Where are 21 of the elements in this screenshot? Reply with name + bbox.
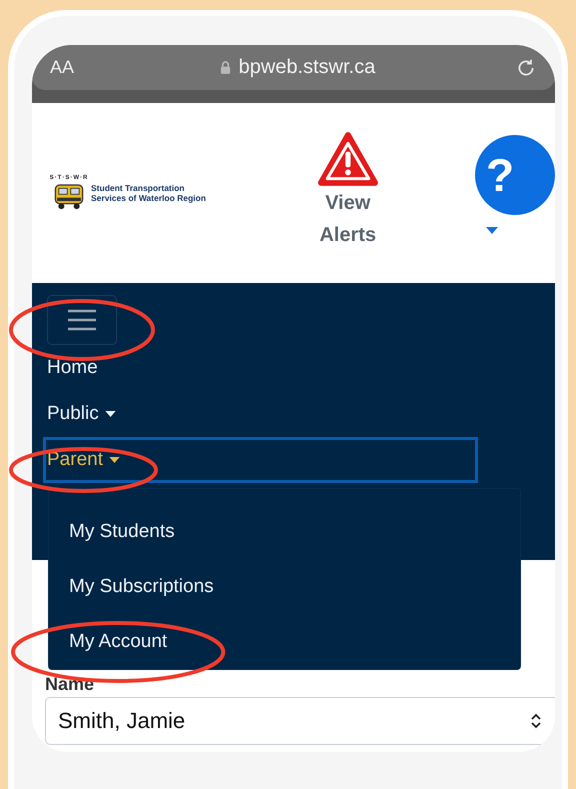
updown-chevron-icon: [530, 712, 542, 730]
address-bar[interactable]: AA bpweb.stswr.ca: [32, 45, 555, 90]
menu-button[interactable]: [47, 295, 117, 345]
text-size-button[interactable]: AA: [50, 57, 110, 78]
url-text: bpweb.stswr.ca: [238, 56, 376, 79]
menu-icon: [67, 309, 97, 331]
help-button[interactable]: ?: [475, 134, 555, 214]
menu-item[interactable]: My Account: [49, 623, 188, 661]
view-alerts-button[interactable]: View Alerts: [310, 131, 385, 251]
nav-link[interactable]: Public: [47, 403, 116, 425]
logo-text-line: Services of Waterloo Region: [91, 193, 206, 203]
nav-link[interactable]: Home: [47, 357, 98, 379]
caret-icon: [486, 226, 498, 234]
menu-item[interactable]: My Subscriptions: [49, 568, 234, 606]
name-select[interactable]: Smith, Jamie: [45, 697, 555, 745]
warning-icon: [316, 131, 379, 187]
menu-item[interactable]: My Students: [49, 513, 195, 551]
logo-text-line: Student Transportation: [91, 183, 186, 193]
lock-icon: [220, 60, 231, 75]
nav-link[interactable]: Parent: [47, 449, 120, 471]
field-label: Name: [45, 674, 96, 695]
